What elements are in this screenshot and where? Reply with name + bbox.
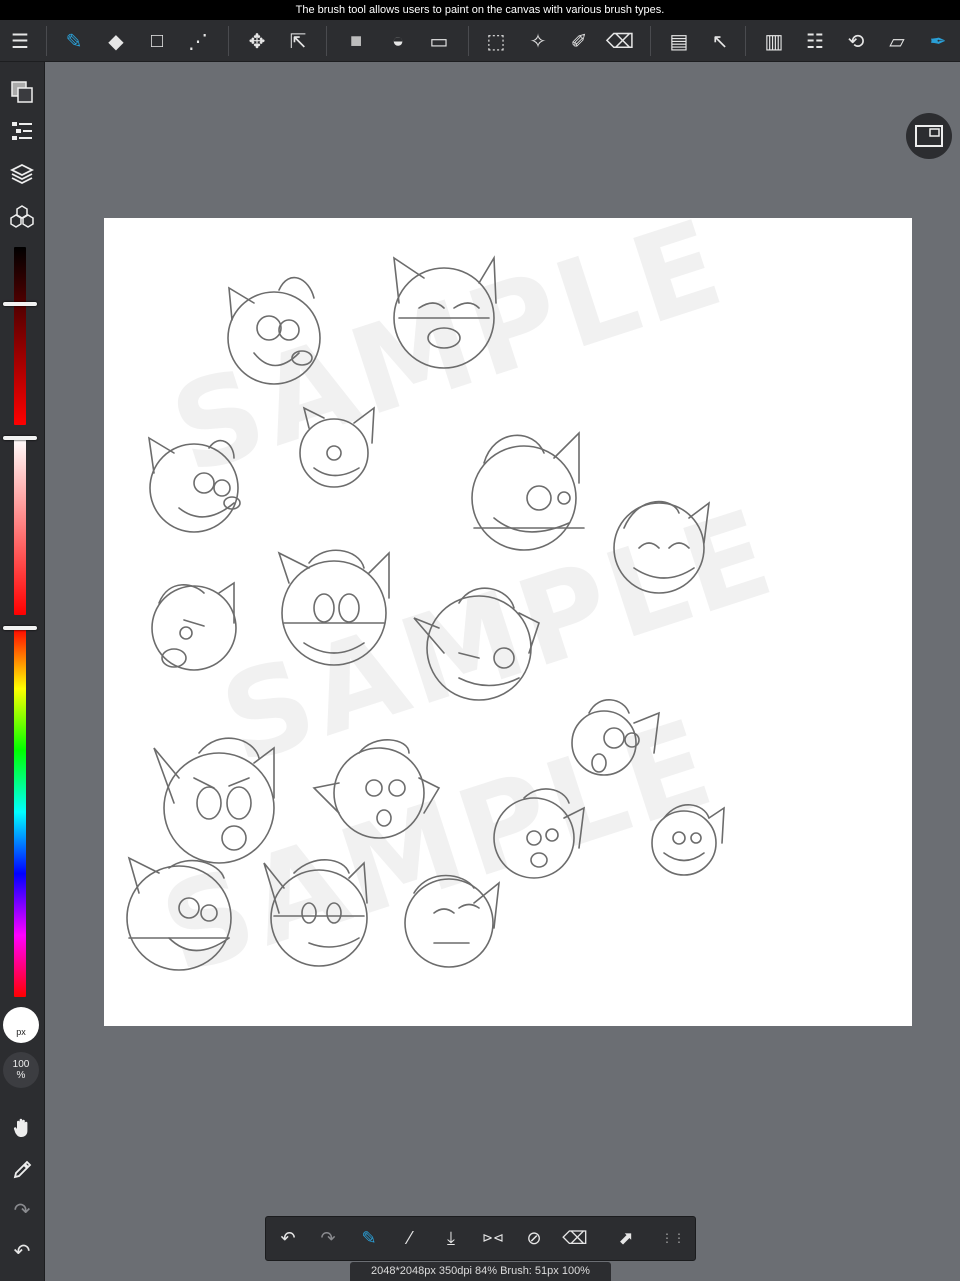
panel-icon[interactable]: ▤	[661, 23, 697, 59]
more-icon[interactable]: ⋮⋮	[656, 1221, 690, 1255]
brightness-slider[interactable]	[14, 247, 26, 425]
flip-icon[interactable]: ⊳⊲	[476, 1221, 510, 1255]
brush-size-button[interactable]: px	[3, 1007, 39, 1043]
toolbar-divider	[745, 26, 746, 56]
dot-pen-tool-icon[interactable]: ⋰	[180, 23, 216, 59]
redo-icon[interactable]: ↷	[311, 1221, 345, 1255]
system-status-bar: The brush tool allows users to paint on …	[0, 0, 960, 20]
layers-icon[interactable]	[2, 156, 42, 192]
share-icon[interactable]: ⬈	[609, 1221, 643, 1255]
undo-icon[interactable]: ↶	[271, 1221, 305, 1255]
shape-tool-icon[interactable]: □	[139, 23, 175, 59]
gradient-tool-icon[interactable]: ▭	[421, 23, 457, 59]
brush-size-unit: px	[16, 1027, 26, 1037]
rect-select-icon[interactable]: ⬚	[478, 23, 514, 59]
drawing-canvas[interactable]: SAMPLE SAMPLE SAMPLE	[104, 193, 912, 1026]
select-eraser-icon[interactable]: ⌫	[602, 23, 638, 59]
redo-icon[interactable]: ↷	[2, 1192, 42, 1228]
magic-wand-icon[interactable]: ✧	[520, 23, 556, 59]
eraser-tool-icon[interactable]: ◆	[98, 23, 134, 59]
hue-slider-handle[interactable]	[3, 626, 37, 630]
transform-tool-icon[interactable]: ⇱	[280, 23, 316, 59]
eyedropper-icon[interactable]: ⁄	[393, 1221, 427, 1255]
navigator-button[interactable]	[906, 113, 952, 159]
move-tool-icon[interactable]: ✥	[239, 23, 275, 59]
navigator-icon	[915, 125, 943, 147]
brush-eraser-toggle-icon[interactable]: ✎	[352, 1221, 386, 1255]
hand-icon[interactable]	[2, 1110, 42, 1146]
materials-icon[interactable]	[2, 198, 42, 234]
select-clear-icon[interactable]: ⌫	[558, 1221, 592, 1255]
main-toolbar: ☰ ✎ ◆ □ ⋰ ✥ ⇱ ■ ◒ ▭ ⬚ ✧ ✐ ⌫ ▤ ↖ ▥ ☷ ⟲ ▱ …	[0, 20, 960, 62]
bucket-tool-icon[interactable]: ◒	[380, 23, 416, 59]
color-swatch-icon[interactable]	[2, 74, 42, 110]
toolbar-divider	[468, 26, 469, 56]
hue-slider[interactable]	[14, 627, 26, 997]
brightness-slider-handle[interactable]	[3, 302, 37, 306]
left-toolbar: px 100 % ↷ ↶	[0, 62, 45, 1281]
opacity-unit: %	[16, 1070, 26, 1081]
fill-color-icon[interactable]: ■	[338, 23, 374, 59]
canvas-info-bar: 2048*2048px 350dpi 84% Brush: 51px 100%	[350, 1262, 611, 1281]
save-icon[interactable]: ⤓	[434, 1221, 468, 1255]
layer-list-icon[interactable]	[2, 114, 42, 150]
rotate-reset-icon[interactable]: ⊘	[517, 1221, 551, 1255]
toolbar-divider	[326, 26, 327, 56]
opacity-value: 100	[12, 1059, 30, 1070]
quick-access-toolbar: ↶ ↷ ✎ ⁄ ⤓ ⊳⊲ ⊘ ⌫ ⬈ ⋮⋮	[265, 1216, 696, 1261]
saturation-slider-handle[interactable]	[3, 436, 37, 440]
pages-icon[interactable]: ▥	[756, 23, 792, 59]
sketch-artwork	[126, 255, 725, 971]
select-layer-icon[interactable]: ↖	[702, 23, 738, 59]
selection-list-icon[interactable]: ☷	[797, 23, 833, 59]
rotate-icon[interactable]: ⟲	[838, 23, 874, 59]
toolbar-divider	[650, 26, 651, 56]
brush-opacity-button[interactable]: 100 %	[3, 1052, 39, 1088]
ruler-icon[interactable]: ▱	[879, 23, 915, 59]
toolbar-divider	[46, 26, 47, 56]
eyedropper-icon[interactable]	[2, 1152, 42, 1188]
toolbar-divider	[228, 26, 229, 56]
undo-icon[interactable]: ↶	[2, 1233, 42, 1269]
brush-tool-icon[interactable]: ✎	[56, 23, 92, 59]
select-pen-icon[interactable]: ✐	[561, 23, 597, 59]
saturation-slider[interactable]	[14, 437, 26, 615]
pen-highlight-icon[interactable]: ✒	[920, 23, 956, 59]
menu-icon[interactable]: ☰	[2, 23, 38, 59]
